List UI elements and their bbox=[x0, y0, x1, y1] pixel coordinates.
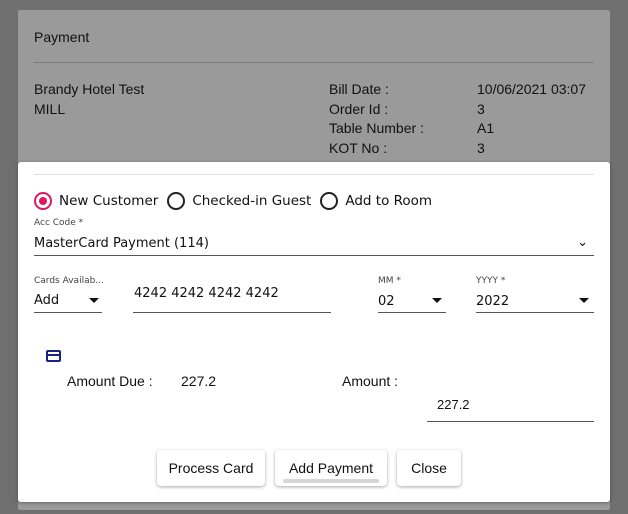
close-button[interactable]: Close bbox=[397, 450, 461, 486]
order-id-value: 3 bbox=[477, 101, 485, 117]
amount-input[interactable]: 227.2 bbox=[427, 394, 594, 422]
radio-label: New Customer bbox=[59, 193, 159, 209]
caret-down-icon bbox=[579, 298, 589, 303]
credit-card-icon bbox=[46, 350, 61, 362]
cards-available-label: Cards Availab... bbox=[34, 276, 104, 286]
add-payment-button[interactable]: Add Payment bbox=[275, 450, 387, 486]
amount-due-value: 227.2 bbox=[181, 373, 217, 389]
card-number-input[interactable]: 4242 4242 4242 4242 bbox=[133, 284, 331, 313]
payment-title: Payment bbox=[34, 29, 90, 45]
radio-label: Checked-in Guest bbox=[192, 193, 312, 209]
underline bbox=[133, 312, 331, 313]
card-number-value: 4242 4242 4242 4242 bbox=[134, 286, 279, 301]
radio-new-customer[interactable]: New Customer bbox=[34, 192, 158, 210]
kot-no-value: 3 bbox=[477, 140, 485, 156]
amount-label: Amount : bbox=[342, 373, 399, 389]
bill-date-value: 10/06/2021 03:07 bbox=[477, 81, 586, 97]
radio-add-to-room[interactable]: Add to Room bbox=[320, 192, 432, 210]
kot-no-label: KOT No : bbox=[329, 140, 388, 156]
bill-date-label: Bill Date : bbox=[329, 81, 389, 97]
divider bbox=[34, 62, 594, 63]
process-card-button[interactable]: Process Card bbox=[157, 450, 265, 486]
caret-down-icon bbox=[432, 298, 442, 303]
chevron-down-icon: ⌄ bbox=[577, 235, 588, 250]
amount-due-label: Amount Due : bbox=[67, 373, 153, 389]
divider bbox=[34, 174, 594, 175]
underline bbox=[427, 421, 594, 422]
mm-select[interactable]: 02 bbox=[378, 288, 446, 313]
payment-dialog: New Customer Checked-in Guest Add to Roo… bbox=[18, 162, 610, 502]
caret-down-icon bbox=[89, 298, 99, 303]
yyyy-value: 2022 bbox=[476, 294, 510, 309]
customer-type-radio-group: New Customer Checked-in Guest Add to Roo… bbox=[34, 190, 441, 212]
radio-label: Add to Room bbox=[345, 193, 433, 209]
order-id-label: Order Id : bbox=[329, 101, 389, 117]
hotel-sub: MILL bbox=[34, 101, 66, 117]
button-ripple bbox=[283, 479, 379, 483]
table-number-label: Table Number : bbox=[329, 120, 424, 136]
acc-code-value: MasterCard Payment (114) bbox=[34, 236, 209, 251]
amount-value: 227.2 bbox=[437, 397, 470, 412]
cards-available-select[interactable]: Add bbox=[34, 288, 102, 313]
mm-label: MM * bbox=[378, 276, 401, 286]
underline bbox=[476, 312, 594, 313]
underline bbox=[34, 312, 102, 313]
radio-checked-in-guest[interactable]: Checked-in Guest bbox=[167, 192, 311, 210]
yyyy-label: YYYY * bbox=[476, 276, 506, 286]
radio-unchecked-icon bbox=[167, 192, 186, 210]
acc-code-label: Acc Code * bbox=[34, 218, 84, 228]
yyyy-select[interactable]: 2022 bbox=[476, 288, 594, 313]
table-number-value: A1 bbox=[477, 120, 495, 136]
add-payment-label: Add Payment bbox=[288, 460, 374, 476]
mm-value: 02 bbox=[378, 294, 395, 309]
acc-code-select[interactable]: MasterCard Payment (114) ⌄ bbox=[34, 230, 594, 256]
hotel-name: Brandy Hotel Test bbox=[34, 81, 145, 97]
underline bbox=[378, 312, 446, 313]
radio-checked-icon bbox=[34, 192, 52, 210]
radio-unchecked-icon bbox=[320, 192, 339, 210]
underline bbox=[34, 255, 594, 256]
cards-available-value: Add bbox=[34, 293, 60, 308]
